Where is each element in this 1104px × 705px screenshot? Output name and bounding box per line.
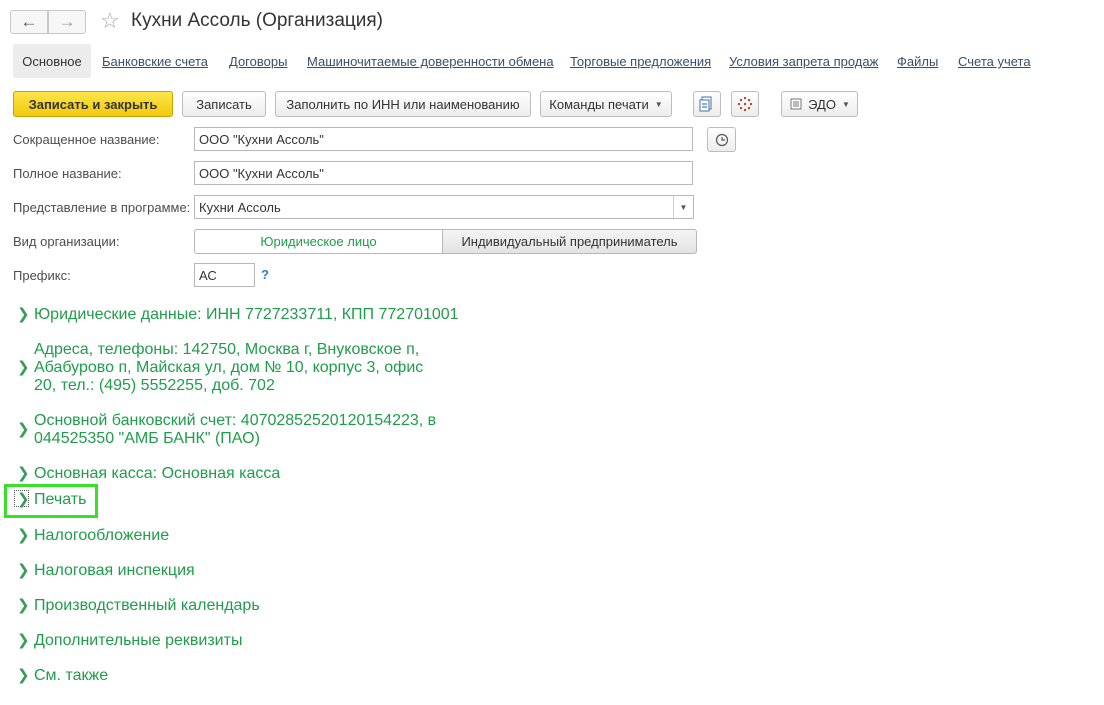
chevron-right-icon[interactable]: ❯: [17, 562, 30, 580]
question-icon[interactable]: ?: [261, 267, 269, 282]
edo-icon: [790, 98, 802, 110]
group-cash[interactable]: Основная касса: Основная касса: [34, 465, 280, 483]
tab-contracts[interactable]: Договоры: [229, 54, 287, 69]
org-type-label: Вид организации:: [13, 234, 120, 249]
chevron-down-icon[interactable]: ▼: [673, 196, 693, 218]
org-type-legal-entity[interactable]: Юридическое лицо: [194, 229, 443, 254]
tab-power-of-attorney[interactable]: Машиночитаемые доверенности обмена: [307, 54, 554, 69]
arrow-left-icon: ←: [20, 12, 38, 31]
group-extra-attributes[interactable]: Дополнительные реквизиты: [34, 632, 242, 650]
group-addresses-line: Абабурово п, Майская ул, дом № 10, корпу…: [34, 359, 424, 376]
prefix-label: Префикс:: [13, 268, 71, 283]
chevron-right-icon[interactable]: ❯: [17, 527, 30, 545]
edo-button[interactable]: ЭДО ▼: [781, 91, 858, 117]
tab-bank-accounts[interactable]: Банковские счета: [102, 54, 208, 69]
org-type-individual[interactable]: Индивидуальный предприниматель: [442, 229, 697, 254]
presentation-label: Представление в программе:: [13, 200, 191, 215]
save-label: Записать: [196, 96, 252, 112]
tab-trade-offers[interactable]: Торговые предложения: [570, 54, 711, 69]
full-name-label: Полное название:: [13, 166, 122, 181]
presentation-value: Кухни Ассоль: [199, 199, 281, 215]
org-type-legal-entity-label: Юридическое лицо: [260, 234, 377, 249]
chevron-right-icon[interactable]: ❯: [17, 491, 30, 509]
group-addresses[interactable]: Адреса, телефоны: 142750, Москва г, Внук…: [34, 341, 423, 395]
group-bank-account-line: 044525350 "АМБ БАНК" (ПАО): [34, 430, 260, 447]
chevron-right-icon[interactable]: ❯: [17, 597, 30, 615]
save-and-close-button[interactable]: Записать и закрыть: [13, 91, 173, 117]
chevron-down-icon: ▼: [841, 99, 850, 109]
short-name-label: Сокращенное название:: [13, 132, 160, 147]
chevron-down-icon: ▼: [654, 99, 663, 109]
fill-by-inn-label: Заполнить по ИНН или наименованию: [286, 96, 520, 112]
save-button[interactable]: Записать: [182, 91, 266, 117]
group-legal-data[interactable]: Юридические данные: ИНН 7727233711, КПП …: [34, 306, 459, 324]
group-addresses-line: 20, тел.: (495) 5552255, доб. 702: [34, 377, 275, 394]
chevron-right-icon[interactable]: ❯: [17, 465, 30, 483]
star-icon[interactable]: ☆: [100, 8, 120, 34]
print-commands-button[interactable]: Команды печати ▼: [540, 91, 672, 117]
tab-files[interactable]: Файлы: [897, 54, 938, 69]
chevron-right-icon[interactable]: ❯: [17, 632, 30, 650]
page-title: Кухни Ассоль (Организация): [131, 10, 384, 31]
org-type-individual-label: Индивидуальный предприниматель: [461, 234, 678, 249]
group-see-also[interactable]: См. также: [34, 667, 108, 685]
group-taxation[interactable]: Налогообложение: [34, 527, 169, 545]
chevron-right-icon[interactable]: ❯: [17, 306, 30, 324]
group-tax-office[interactable]: Налоговая инспекция: [34, 562, 195, 580]
edo-label: ЭДО: [808, 96, 836, 112]
save-and-close-label: Записать и закрыть: [28, 96, 158, 112]
chevron-right-icon[interactable]: ❯: [17, 421, 30, 439]
history-button[interactable]: [707, 127, 736, 152]
forward-button[interactable]: →: [48, 10, 86, 34]
full-name-field[interactable]: ООО "Кухни Ассоль": [194, 161, 693, 185]
back-button[interactable]: ←: [10, 10, 48, 34]
prefix-field[interactable]: АС: [194, 263, 255, 287]
tab-main[interactable]: Основное: [13, 44, 91, 78]
tab-sales-restrictions[interactable]: Условия запрета продаж: [729, 54, 878, 69]
full-name-value: ООО "Кухни Ассоль": [199, 165, 324, 181]
prefix-value: АС: [199, 267, 217, 283]
document-exchange-button[interactable]: [693, 91, 721, 117]
history-icon: [715, 133, 728, 146]
group-bank-account-line: Основной банковский счет: 40702852520120…: [34, 412, 437, 429]
short-name-value: ООО "Кухни Ассоль": [199, 131, 324, 147]
structure-icon: [738, 97, 752, 111]
presentation-select[interactable]: Кухни Ассоль ▼: [194, 195, 694, 219]
arrow-right-icon: →: [58, 12, 76, 31]
group-addresses-line: Адреса, телефоны: 142750, Москва г, Внук…: [34, 341, 420, 358]
tab-accounts[interactable]: Счета учета: [958, 54, 1031, 69]
group-print[interactable]: Печать: [34, 491, 86, 509]
document-exchange-icon: [699, 96, 712, 112]
chevron-right-icon[interactable]: ❯: [17, 667, 30, 685]
print-commands-label: Команды печати: [549, 96, 649, 112]
chevron-right-icon[interactable]: ❯: [17, 359, 30, 377]
structure-button[interactable]: [731, 91, 759, 117]
fill-by-inn-button[interactable]: Заполнить по ИНН или наименованию: [275, 91, 531, 117]
group-production-calendar[interactable]: Производственный календарь: [34, 597, 260, 615]
short-name-field[interactable]: ООО "Кухни Ассоль": [194, 127, 693, 151]
group-bank-account[interactable]: Основной банковский счет: 40702852520120…: [34, 412, 436, 448]
